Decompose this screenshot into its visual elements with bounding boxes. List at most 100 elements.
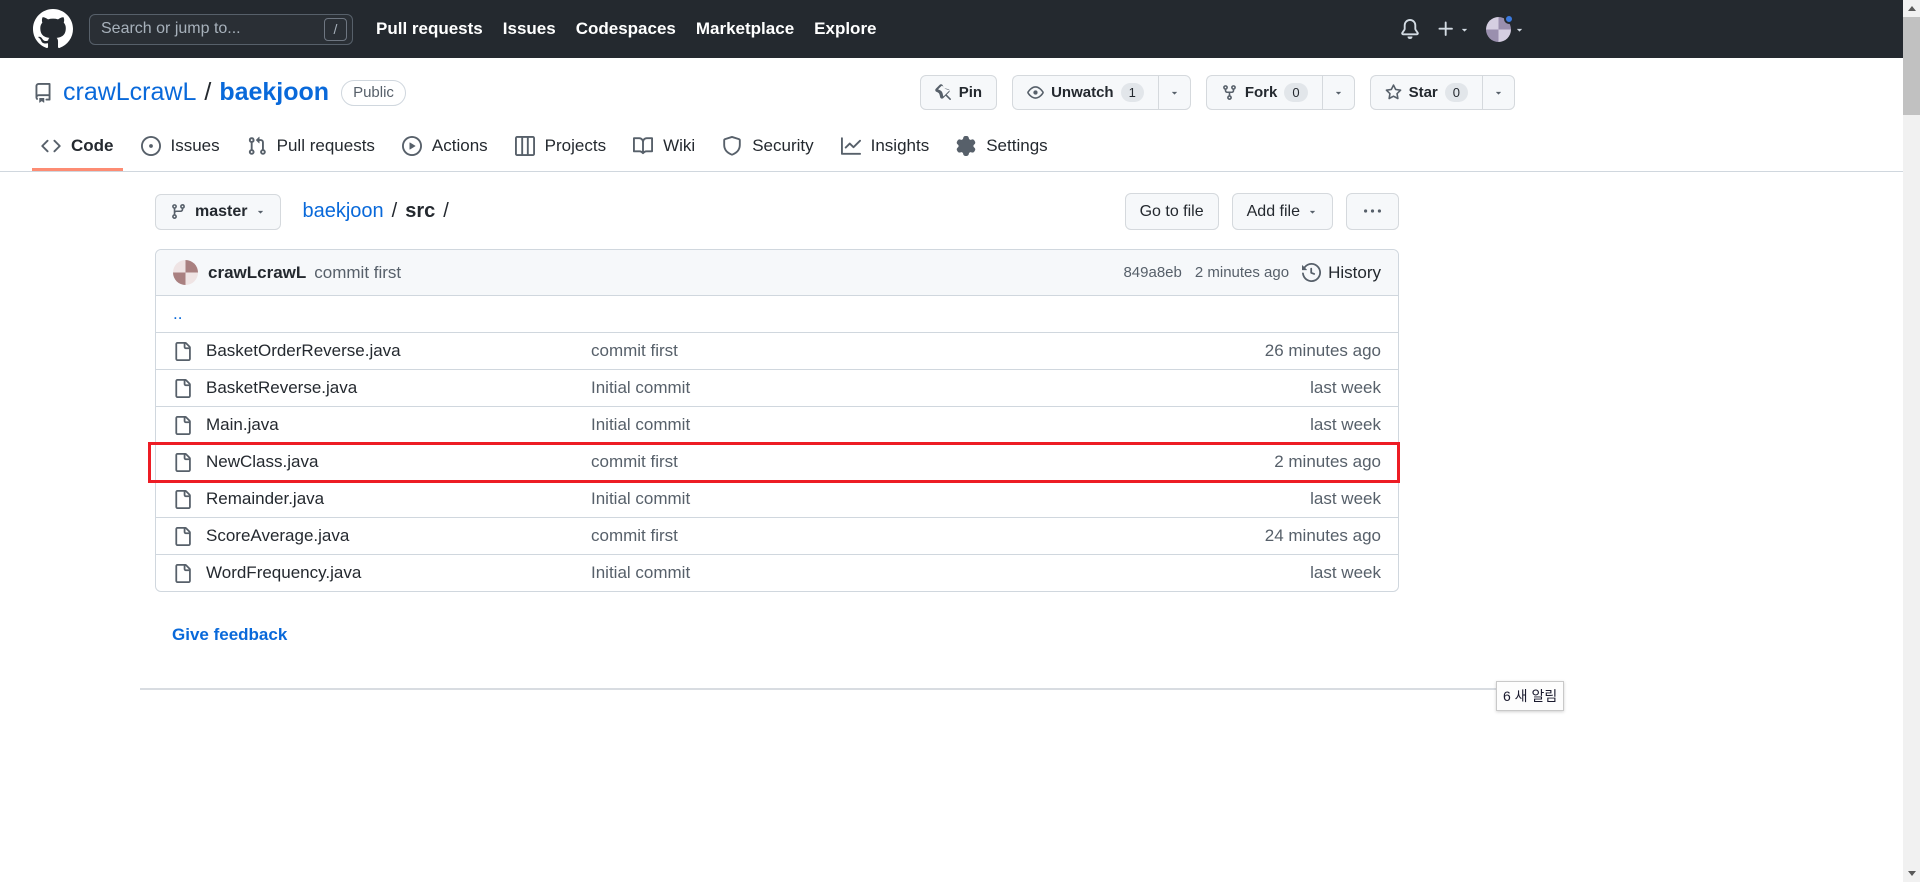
search-input[interactable] — [89, 13, 353, 45]
tab-settings[interactable]: Settings — [947, 123, 1056, 171]
os-notification-toast[interactable]: 6 새 알림 — [1496, 681, 1565, 711]
star-button[interactable]: Star 0 — [1369, 75, 1482, 110]
repo-title: crawLcrawL / baekjoon — [63, 78, 329, 107]
tab-pull-requests[interactable]: Pull requests — [238, 123, 384, 171]
nav-explore[interactable]: Explore — [814, 19, 876, 39]
tab-wiki[interactable]: Wiki — [624, 123, 704, 171]
history-link[interactable]: History — [1302, 263, 1381, 283]
file-name-link[interactable]: WordFrequency.java — [206, 563, 591, 583]
commit-message-link[interactable]: commit first — [591, 341, 1151, 361]
commit-message-link[interactable]: commit first — [591, 452, 1151, 472]
create-new-menu[interactable] — [1436, 19, 1470, 39]
repo-name-link[interactable]: baekjoon — [219, 78, 329, 107]
tab-code[interactable]: Code — [32, 123, 123, 171]
commit-message-link[interactable]: commit first — [314, 263, 401, 283]
parent-directory-link[interactable]: .. — [173, 304, 182, 324]
breadcrumb-separator: / — [443, 200, 449, 222]
go-to-file-label: Go to file — [1139, 202, 1204, 220]
eye-icon — [1027, 86, 1044, 99]
breadcrumb-separator: / — [391, 200, 398, 222]
bell-icon[interactable] — [1400, 19, 1420, 39]
file-age: last week — [1310, 415, 1381, 434]
browser-scrollbar[interactable] — [1903, 0, 1920, 882]
file-name-link[interactable]: Main.java — [206, 415, 591, 435]
file-name-link[interactable]: BasketOrderReverse.java — [206, 341, 591, 361]
pin-label: Pin — [958, 84, 983, 101]
unwatch-label: Unwatch — [1051, 84, 1114, 101]
file-name-link[interactable]: BasketReverse.java — [206, 378, 591, 398]
parent-directory-row[interactable]: .. — [156, 295, 1398, 332]
nav-codespaces[interactable]: Codespaces — [576, 19, 676, 39]
github-logo-icon[interactable] — [33, 9, 73, 49]
table-row[interactable]: ScoreAverage.java commit first 24 minute… — [156, 517, 1398, 554]
tab-label: Issues — [170, 136, 220, 155]
tab-actions[interactable]: Actions — [393, 123, 497, 171]
branch-select-button[interactable]: master — [155, 193, 282, 230]
history-label: History — [1328, 262, 1381, 282]
footer-divider — [140, 688, 1556, 690]
tab-insights[interactable]: Insights — [832, 123, 939, 171]
go-to-file-button[interactable]: Go to file — [1124, 193, 1219, 230]
git-pull-request-icon — [248, 136, 266, 155]
nav-issues[interactable]: Issues — [503, 19, 556, 39]
commit-author-link[interactable]: crawLcrawL — [208, 263, 306, 283]
scroll-down-arrow[interactable] — [1903, 865, 1920, 882]
star-options-button[interactable] — [1482, 75, 1515, 110]
give-feedback-link[interactable]: Give feedback — [172, 625, 287, 645]
table-row[interactable]: Main.java Initial commit last week — [156, 406, 1398, 443]
breadcrumb-current-dir: src — [405, 200, 436, 222]
tab-issues[interactable]: Issues — [132, 123, 229, 171]
commit-message-link[interactable]: Initial commit — [591, 378, 1151, 398]
branch-name: master — [195, 202, 248, 220]
fork-button[interactable]: Fork 0 — [1205, 75, 1322, 110]
triangle-down-icon — [1309, 210, 1316, 214]
watch-options-button[interactable] — [1157, 75, 1191, 110]
file-name-link[interactable]: ScoreAverage.java — [206, 526, 591, 546]
search-hotkey-badge: / — [324, 17, 347, 41]
tab-projects[interactable]: Projects — [506, 123, 615, 171]
nav-marketplace[interactable]: Marketplace — [696, 19, 794, 39]
file-age: 26 minutes ago — [1264, 341, 1381, 360]
table-row-highlighted[interactable]: NewClass.java commit first 2 minutes ago — [148, 442, 1400, 483]
fork-label: Fork — [1244, 84, 1278, 101]
breadcrumb-repo-link[interactable]: baekjoon — [302, 200, 383, 223]
fork-icon — [1222, 85, 1236, 100]
file-icon — [175, 452, 191, 472]
file-icon — [175, 378, 191, 398]
pin-button[interactable]: Pin — [919, 75, 998, 110]
repo-owner-link[interactable]: crawLcrawL — [63, 78, 196, 107]
add-file-button[interactable]: Add file — [1231, 193, 1333, 230]
commit-author-avatar[interactable] — [173, 260, 198, 285]
pin-icon — [934, 84, 951, 100]
scrollbar-thumb[interactable] — [1903, 17, 1920, 115]
shield-icon — [723, 136, 741, 156]
file-age: last week — [1310, 378, 1381, 397]
table-row[interactable]: BasketOrderReverse.java commit first 26 … — [156, 332, 1398, 369]
visibility-badge: Public — [341, 79, 406, 106]
chevron-down-icon — [1516, 28, 1523, 31]
fork-count: 0 — [1284, 83, 1308, 102]
file-icon — [175, 415, 191, 435]
commit-hash-link[interactable]: 849a8eb — [1123, 264, 1181, 281]
fork-options-button[interactable] — [1321, 75, 1355, 110]
commit-age: 2 minutes ago — [1194, 264, 1290, 281]
commit-message-link[interactable]: Initial commit — [591, 563, 1151, 583]
commit-message-link[interactable]: commit first — [591, 526, 1151, 546]
commit-message-link[interactable]: Initial commit — [591, 489, 1151, 509]
nav-pull-requests[interactable]: Pull requests — [376, 19, 483, 39]
commit-meta: 849a8eb 2 minutes ago History — [1123, 263, 1381, 283]
fork-button-group: Fork 0 — [1205, 75, 1355, 110]
table-row[interactable]: Remainder.java Initial commit last week — [156, 480, 1398, 517]
tab-label: Pull requests — [276, 136, 375, 155]
table-row[interactable]: BasketReverse.java Initial commit last w… — [156, 369, 1398, 406]
user-menu[interactable] — [1486, 13, 1525, 42]
commit-message-link[interactable]: Initial commit — [591, 415, 1151, 435]
scroll-up-arrow[interactable] — [1903, 0, 1920, 17]
unwatch-button[interactable]: Unwatch 1 — [1012, 75, 1158, 110]
more-options-button[interactable] — [1346, 193, 1399, 230]
file-name-link[interactable]: NewClass.java — [206, 452, 591, 472]
file-name-link[interactable]: Remainder.java — [206, 489, 591, 509]
table-row[interactable]: WordFrequency.java Initial commit last w… — [156, 554, 1398, 591]
tab-security[interactable]: Security — [713, 123, 822, 171]
file-icon — [175, 563, 191, 583]
